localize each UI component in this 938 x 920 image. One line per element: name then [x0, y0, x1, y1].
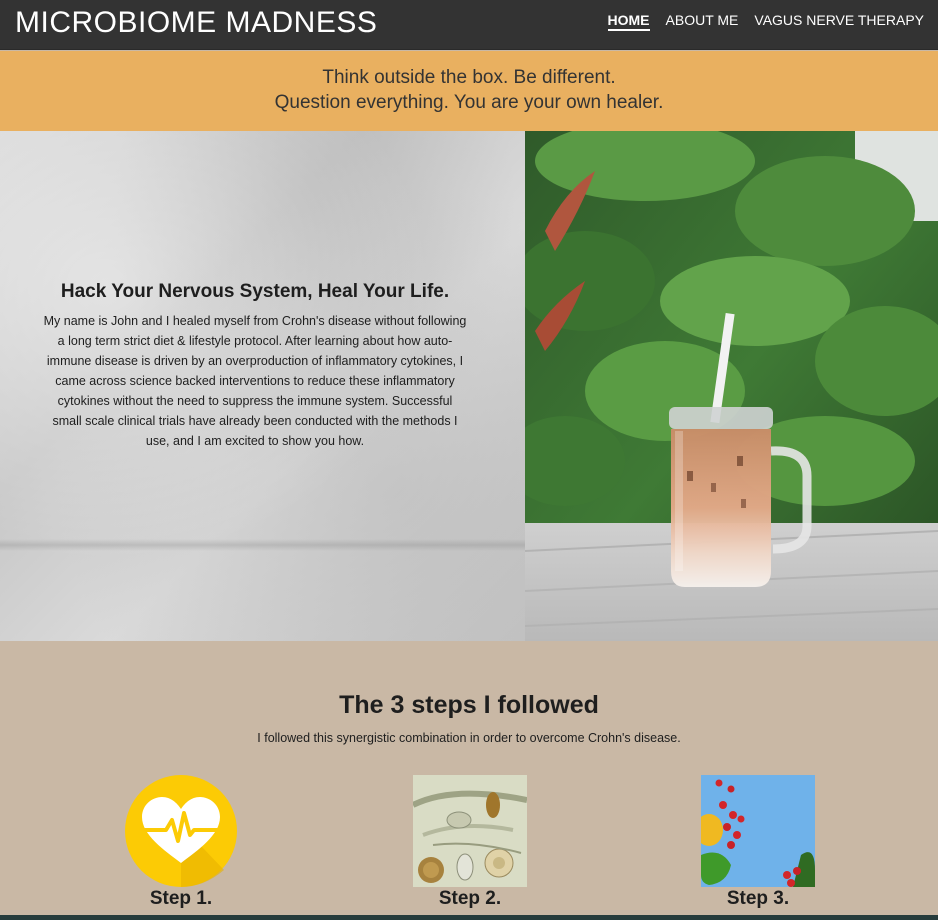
tagline-line-1: Think outside the box. Be different. — [322, 67, 616, 88]
microscope-parasites-image — [413, 775, 527, 887]
heart-rate-icon — [124, 775, 238, 887]
step-2[interactable]: Step 2. — [413, 775, 527, 910]
nav-about-me-link[interactable]: ABOUT ME — [666, 12, 739, 31]
step-1-label: Step 1. — [149, 888, 213, 909]
main-nav: HOME ABOUT ME VAGUS NERVE THERAPY — [607, 12, 924, 31]
nav-home-link[interactable]: HOME — [607, 12, 650, 31]
vegetables-image — [701, 775, 815, 887]
tagline-line-2: Question everything. You are your own he… — [274, 92, 664, 113]
iced-coffee-illustration — [525, 131, 938, 641]
step-1[interactable]: Step 1. — [124, 775, 238, 910]
step-3-label: Step 3. — [726, 888, 790, 909]
steps-title: The 3 steps I followed — [339, 691, 599, 719]
hero-title: Hack Your Nervous System, Heal Your Life… — [60, 281, 450, 302]
tagline-banner: Think outside the box. Be different. Que… — [0, 51, 938, 131]
footer-edge — [0, 915, 938, 920]
marble-texture-line — [0, 539, 525, 551]
hero-image-iced-coffee — [525, 131, 938, 641]
step-3[interactable]: Step 3. — [701, 775, 815, 910]
hero-paragraph: My name is John and I healed myself from… — [43, 314, 467, 448]
top-navigation-bar: MICROBIOME MADNESS HOME ABOUT ME VAGUS N… — [0, 0, 938, 50]
nav-vagus-nerve-therapy-link[interactable]: VAGUS NERVE THERAPY — [754, 12, 924, 31]
steps-section: The 3 steps I followed I followed this s… — [0, 641, 938, 915]
hero-text-panel: Hack Your Nervous System, Heal Your Life… — [0, 131, 525, 641]
site-brand[interactable]: MICROBIOME MADNESS — [15, 6, 377, 40]
hero-text-block: Hack Your Nervous System, Heal Your Life… — [30, 281, 480, 451]
steps-subtitle: I followed this synergistic combination … — [257, 731, 681, 745]
step-2-label: Step 2. — [438, 888, 502, 909]
